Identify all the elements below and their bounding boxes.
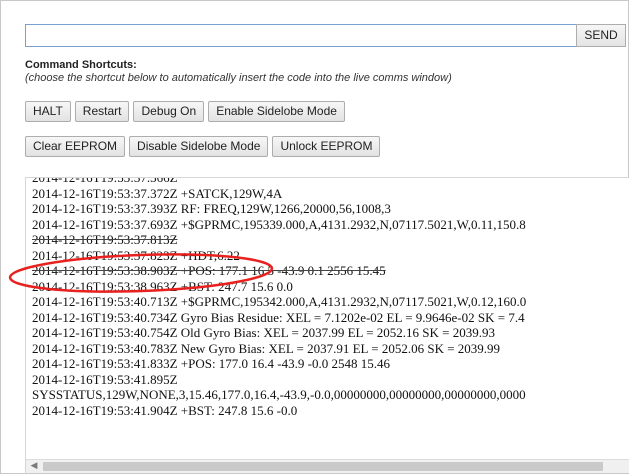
- live-comms-window[interactable]: 2014-12-16T19:53:37.366Z 2014-12-16T19:5…: [25, 177, 629, 473]
- shortcut-row-1: HALT Restart Debug On Enable Sidelobe Mo…: [25, 101, 345, 122]
- live-comms-panel: SEND Command Shortcuts: (choose the shor…: [0, 0, 629, 474]
- shortcuts-hint: (choose the shortcut below to automatica…: [25, 72, 452, 84]
- debug-on-button[interactable]: Debug On: [133, 101, 205, 122]
- log-line: 2014-12-16T19:53:40.783Z New Gyro Bias: …: [32, 340, 501, 356]
- unlock-eeprom-button[interactable]: Unlock EEPROM: [272, 136, 381, 157]
- horizontal-scrollbar[interactable]: ◀: [26, 459, 629, 473]
- log-line: 2014-12-16T19:53:38.963Z +BST: 247.7 15.…: [32, 278, 293, 294]
- shortcuts-title: Command Shortcuts:: [25, 59, 137, 71]
- log-line: 2014-12-16T19:53:41.833Z +POS: 177.0 16.…: [32, 356, 390, 371]
- log-line-highlighted: 2014-12-16T19:53:37.823Z +HDT,6.22: [32, 247, 240, 263]
- log-line: 2014-12-16T19:53:40.734Z Gyro Bias Resid…: [32, 309, 525, 325]
- shortcut-row-2: Clear EEPROM Disable Sidelobe Mode Unloc…: [25, 136, 381, 157]
- log-line: 2014-12-16T19:53:41.904Z +BST: 247.8 15.…: [32, 402, 298, 418]
- log-line: 2014-12-16T19:53:37.393Z RF: FREQ,129W,1…: [32, 201, 391, 216]
- log-line: 2014-12-16T19:53:40.713Z +$GPRMC,195342.…: [32, 294, 527, 309]
- clear-eeprom-button[interactable]: Clear EEPROM: [25, 136, 126, 157]
- command-input[interactable]: [25, 24, 577, 47]
- send-button[interactable]: SEND: [576, 24, 626, 47]
- log-line: 2014-12-16T19:53:41.895Z: [32, 371, 178, 387]
- log-line: 2014-12-16T19:53:37.366Z: [32, 177, 178, 185]
- restart-button[interactable]: Restart: [74, 101, 130, 122]
- log-line: SYSSTATUS,129W,NONE,3,15.46,177.0,16.4,-…: [32, 387, 526, 402]
- scroll-left-icon[interactable]: ◀: [29, 461, 39, 472]
- log-line: 2014-12-16T19:53:37.693Z +$GPRMC,195339.…: [32, 216, 526, 232]
- log-line: 2014-12-16T19:53:38.903Z +POS: 177.1 16.…: [32, 263, 386, 278]
- comms-log: 2014-12-16T19:53:37.366Z 2014-12-16T19:5…: [32, 177, 629, 418]
- disable-sidelobe-mode-button[interactable]: Disable Sidelobe Mode: [129, 136, 269, 157]
- log-line: 2014-12-16T19:53:37.372Z +SATCK,129W,4A: [32, 185, 283, 201]
- enable-sidelobe-mode-button[interactable]: Enable Sidelobe Mode: [208, 101, 345, 122]
- log-line: 2014-12-16T19:53:37.813Z: [32, 232, 178, 247]
- log-line: 2014-12-16T19:53:40.754Z Old Gyro Bias: …: [32, 325, 496, 340]
- scrollbar-thumb[interactable]: [43, 462, 603, 471]
- halt-button[interactable]: HALT: [25, 101, 71, 122]
